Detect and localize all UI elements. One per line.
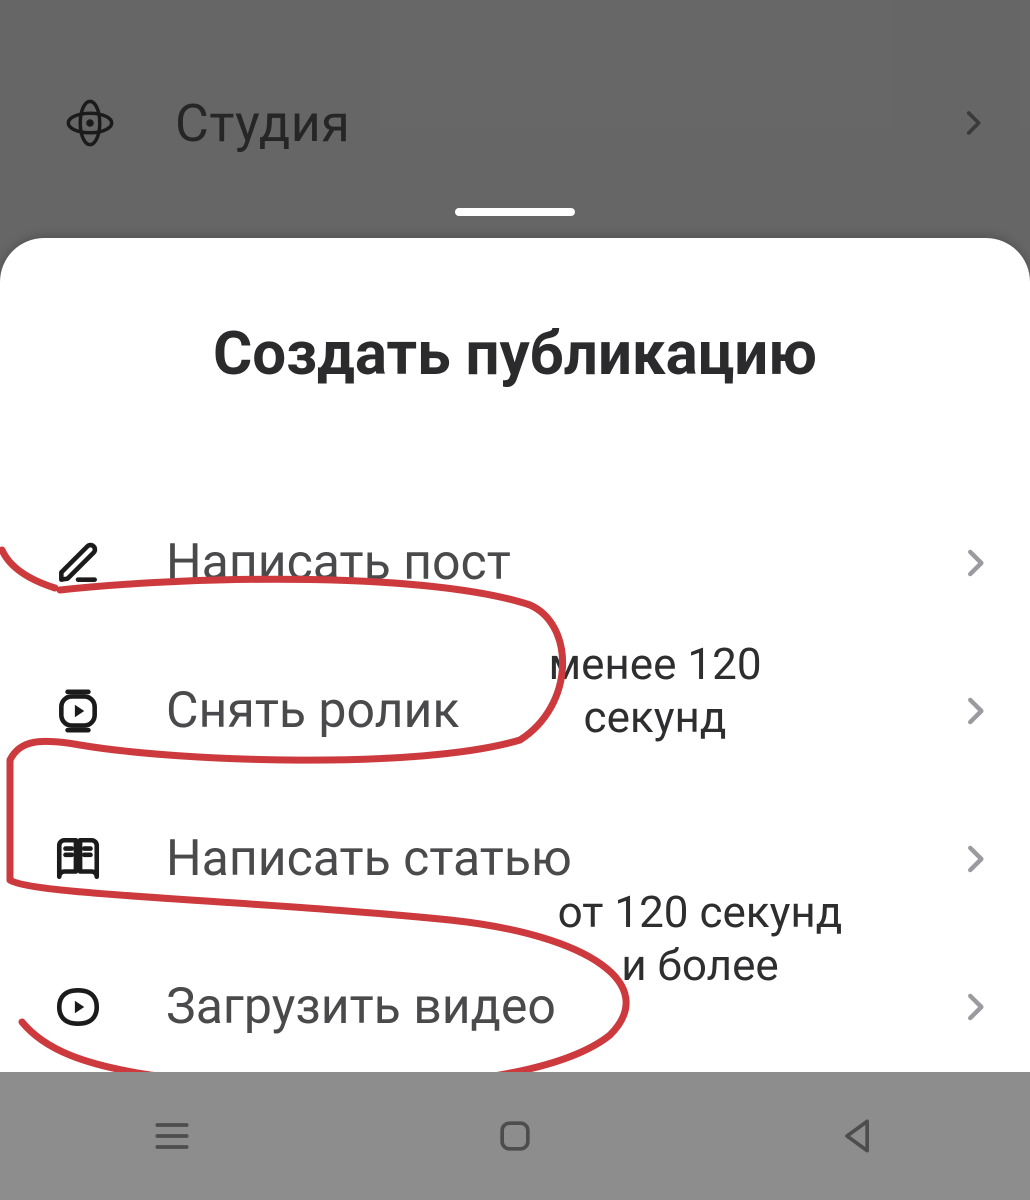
option-label: Снять ролик bbox=[166, 682, 459, 740]
atom-icon bbox=[60, 93, 120, 153]
option-label: Написать пост bbox=[166, 534, 511, 592]
chevron-right-icon bbox=[956, 106, 990, 140]
chevron-right-icon bbox=[956, 840, 994, 878]
menu-item-label: Студия bbox=[175, 93, 350, 154]
android-navbar bbox=[0, 1072, 1030, 1200]
nav-home-button[interactable] bbox=[385, 1072, 645, 1200]
video-play-icon bbox=[50, 979, 106, 1035]
chevron-right-icon bbox=[956, 544, 994, 582]
create-publication-sheet: Создать публикацию Написать пост bbox=[0, 238, 1030, 1200]
book-icon bbox=[50, 831, 106, 887]
sheet-options: Написать пост Снять ролик bbox=[0, 489, 1030, 1081]
option-label: Загрузить видео bbox=[166, 978, 556, 1036]
chevron-right-icon bbox=[956, 988, 994, 1026]
option-label: Написать статью bbox=[166, 830, 572, 888]
sheet-drag-handle[interactable] bbox=[455, 208, 575, 216]
option-shoot-clip[interactable]: Снять ролик bbox=[0, 637, 1030, 785]
option-write-article[interactable]: Написать статью bbox=[0, 785, 1030, 933]
chevron-right-icon bbox=[956, 692, 994, 730]
nav-recent-button[interactable] bbox=[42, 1072, 302, 1200]
edit-icon bbox=[50, 535, 106, 591]
option-upload-video[interactable]: Загрузить видео bbox=[0, 933, 1030, 1081]
reel-icon bbox=[50, 683, 106, 739]
menu-item-studio[interactable]: Студия bbox=[60, 88, 990, 158]
option-write-post[interactable]: Написать пост bbox=[0, 489, 1030, 637]
nav-back-button[interactable] bbox=[728, 1072, 988, 1200]
sheet-title: Создать публикацию bbox=[0, 318, 1030, 389]
